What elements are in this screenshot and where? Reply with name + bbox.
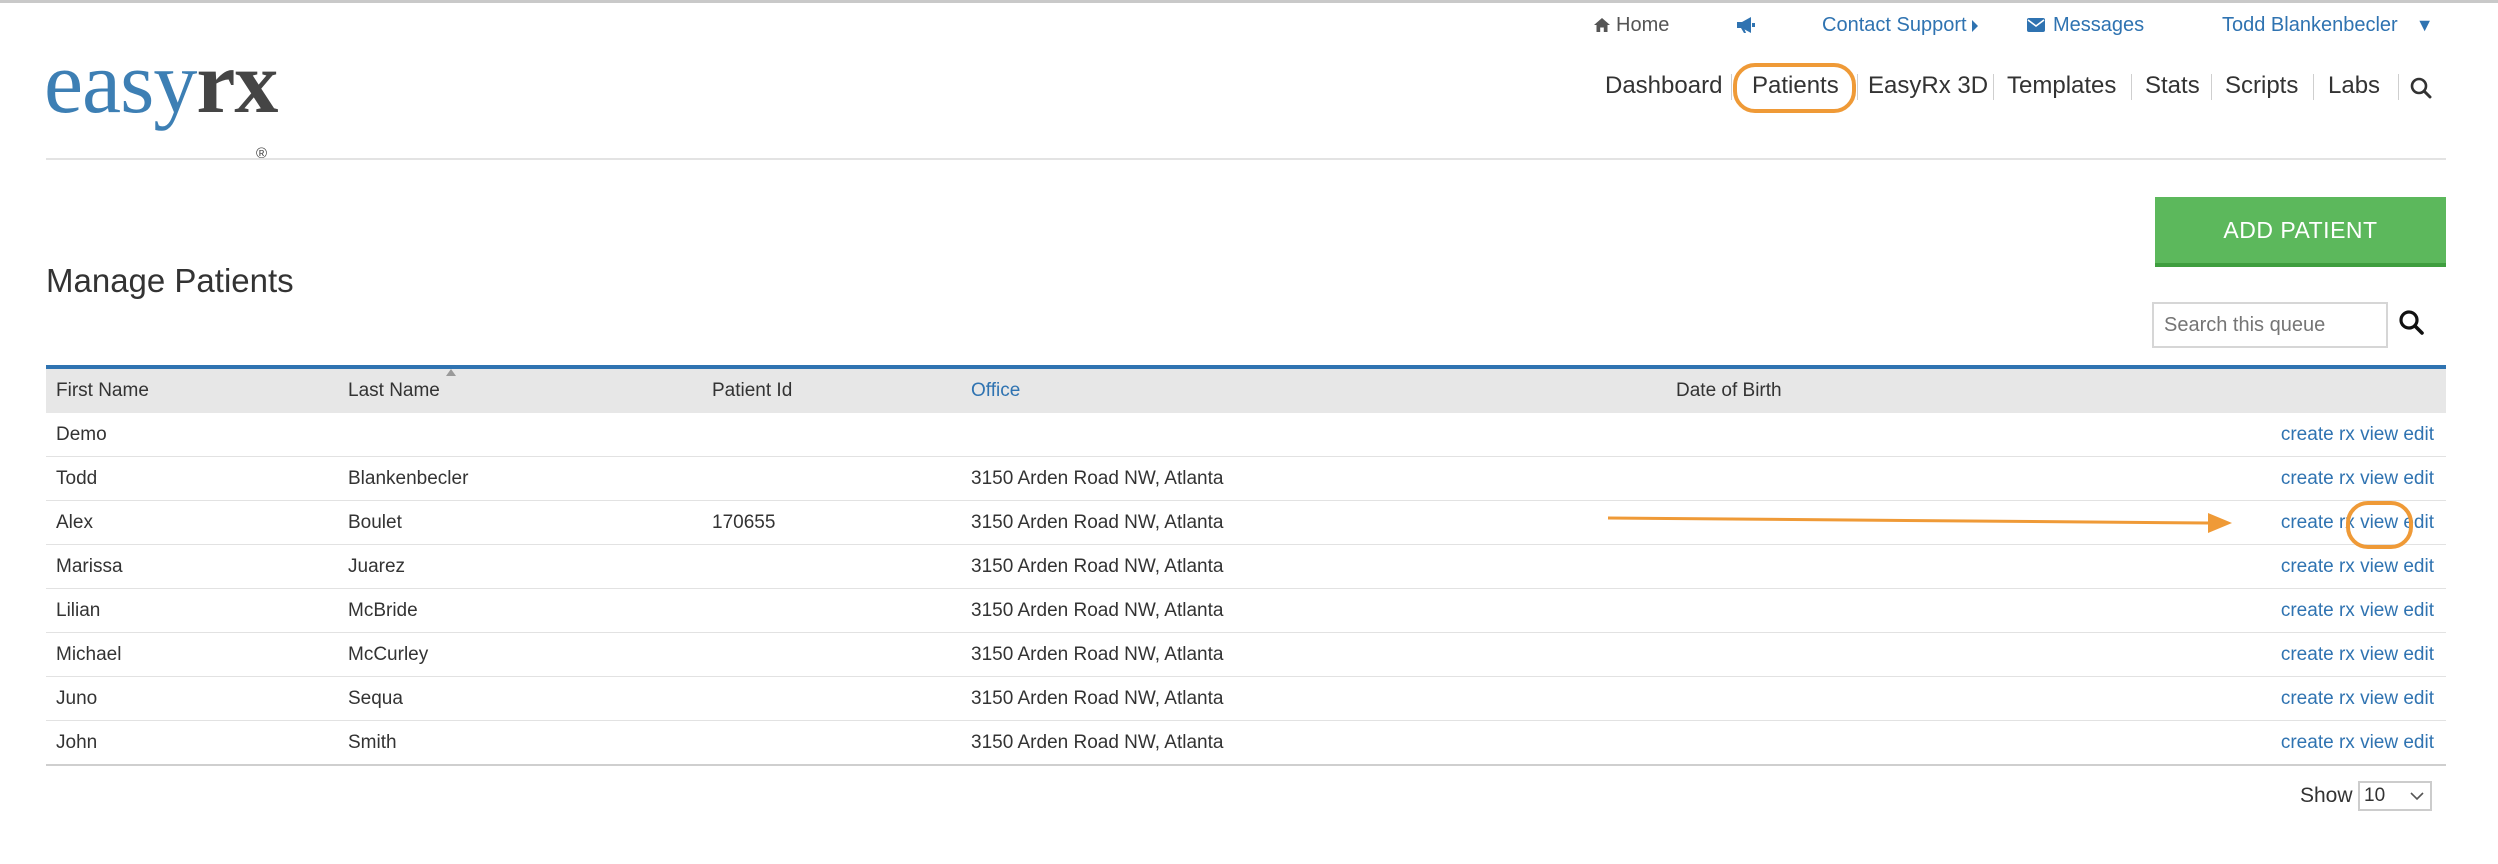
annotation-circle-view	[2346, 501, 2413, 549]
annotation-arrow	[1607, 513, 2232, 533]
